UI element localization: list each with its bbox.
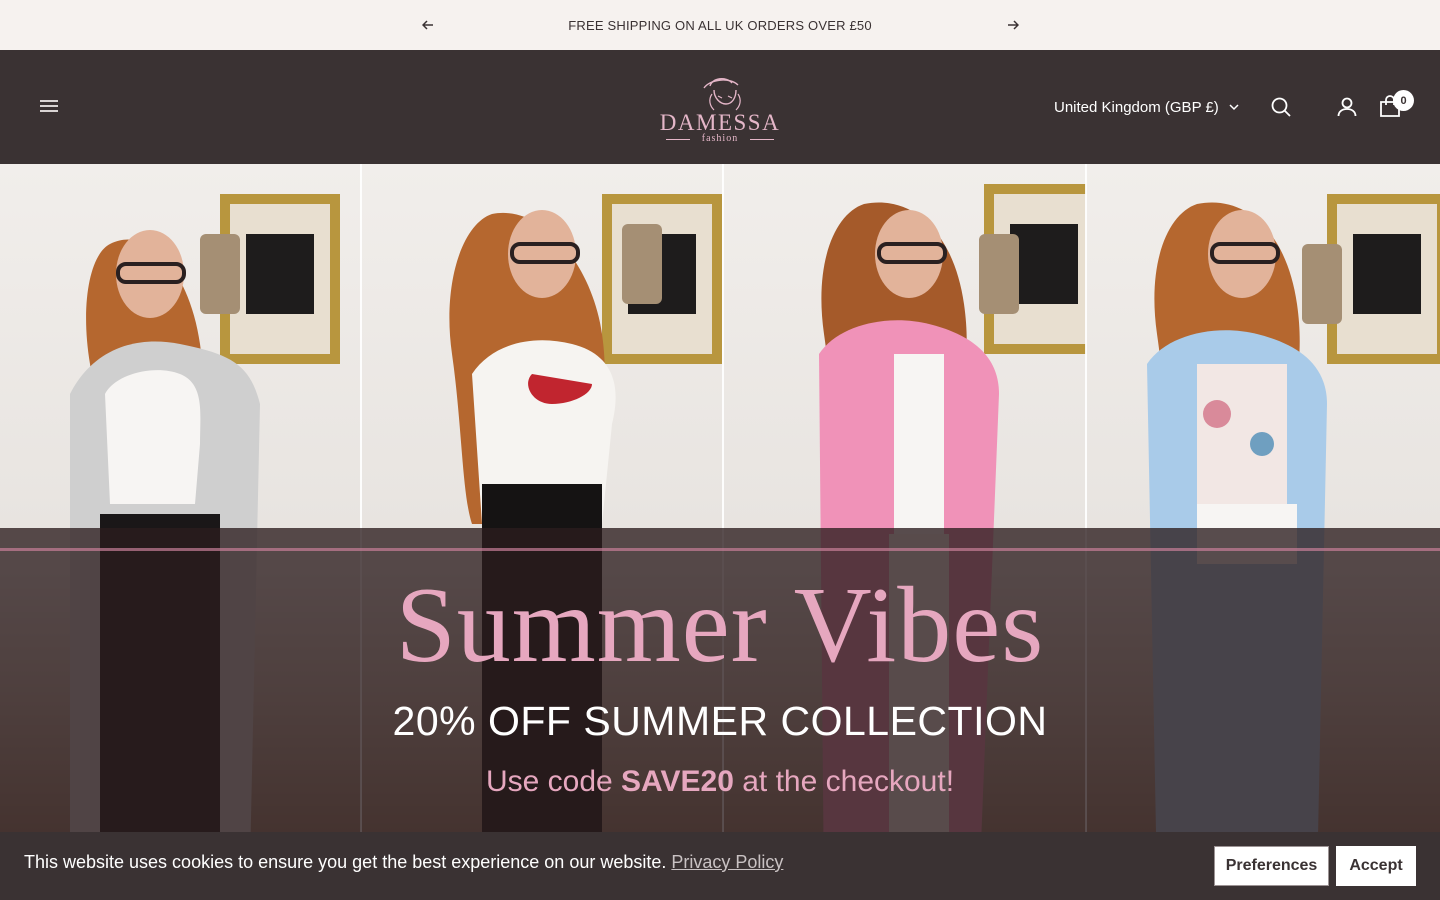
logo-woman-icon xyxy=(703,78,741,111)
logo-divider-right xyxy=(750,139,774,140)
cart-count-badge: 0 xyxy=(1393,90,1414,111)
cookie-banner: This website uses cookies to ensure you … xyxy=(0,832,1440,900)
preferences-button[interactable]: Preferences xyxy=(1214,846,1329,886)
promo-code: SAVE20 xyxy=(621,765,734,798)
promo-title: Summer Vibes xyxy=(395,566,1045,685)
country-selector[interactable]: United Kingdom (GBP £) xyxy=(1054,96,1239,118)
promo-subtitle: 20% OFF SUMMER COLLECTION xyxy=(392,698,1048,744)
search-button[interactable] xyxy=(1269,95,1293,119)
arrow-left-icon xyxy=(422,20,433,30)
promo-code-line: Use code SAVE20 at the checkout! xyxy=(0,765,1440,799)
account-icon xyxy=(1337,97,1357,117)
arrow-right-icon xyxy=(1008,20,1019,30)
promo-code-suffix: at the checkout! xyxy=(742,765,955,798)
privacy-policy-link[interactable]: Privacy Policy xyxy=(671,852,783,872)
cookie-text-wrap: This website uses cookies to ensure you … xyxy=(24,852,783,873)
search-icon xyxy=(1271,97,1291,117)
promo-stripe xyxy=(0,548,1440,551)
logo[interactable]: DAMESSA fashion xyxy=(652,68,788,148)
account-button[interactable] xyxy=(1335,95,1359,119)
announcement-next-button[interactable] xyxy=(1003,15,1023,35)
chevron-down-icon xyxy=(1229,103,1239,110)
announcement-message: FREE SHIPPING ON ALL UK ORDERS OVER £50 xyxy=(568,17,872,33)
accept-button[interactable]: Accept xyxy=(1336,846,1416,886)
country-selector-label: United Kingdom (GBP £) xyxy=(1054,98,1219,116)
site-header: DAMESSA fashion United Kingdom (GBP £) xyxy=(0,50,1440,164)
hero-banner[interactable]: Summer Vibes 20% OFF SUMMER COLLECTION U… xyxy=(0,164,1440,900)
announcement-bar: FREE SHIPPING ON ALL UK ORDERS OVER £50 xyxy=(0,0,1440,50)
menu-icon xyxy=(40,100,58,112)
cookie-text: This website uses cookies to ensure you … xyxy=(24,852,667,872)
announcement-prev-button[interactable] xyxy=(418,15,438,35)
menu-button[interactable] xyxy=(38,96,60,116)
promo-code-prefix: Use code xyxy=(485,765,613,798)
